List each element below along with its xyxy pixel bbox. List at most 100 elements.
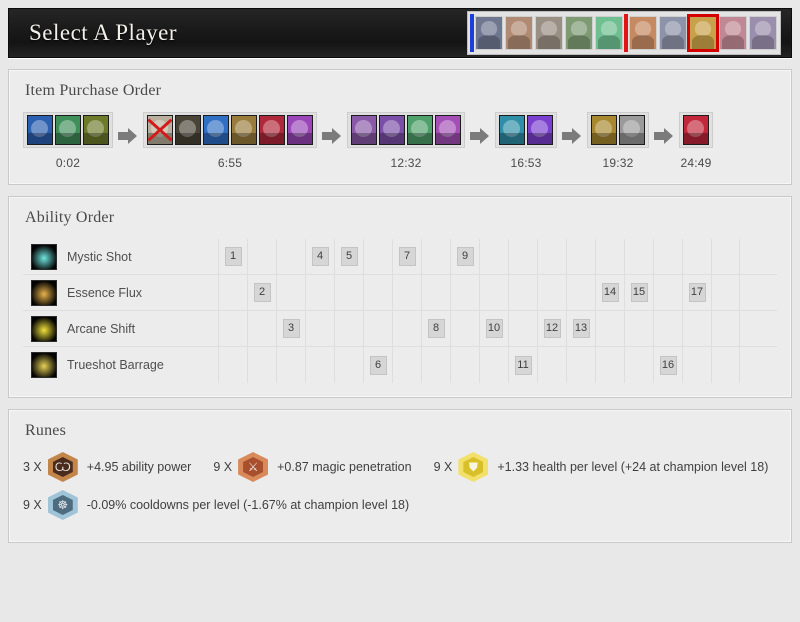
ability-row: Essence Flux 2 14 15 17 (23, 274, 777, 311)
champion-portrait-4[interactable] (565, 16, 593, 50)
item-group-timestamp: 19:32 (602, 156, 634, 170)
item-group-timestamp: 0:02 (55, 156, 81, 170)
ability-level-cell (566, 274, 595, 311)
ability-level-cell (624, 310, 653, 347)
item-group-box (587, 112, 649, 148)
ability-level-cell (218, 347, 247, 383)
item-icon-lich-bane[interactable] (527, 115, 553, 145)
item-icon-sapphire-crystal[interactable] (203, 115, 229, 145)
item-icon-bloodthirster[interactable] (683, 115, 709, 145)
rune-description: +1.33 health per level (+24 at champion … (497, 460, 769, 474)
ability-level-cell (363, 274, 392, 311)
item-group: 6:55 (143, 112, 317, 170)
ability-level-cell (334, 310, 363, 347)
rune-line: 9 X ☸ -0.09% cooldowns per level (-1.67% a… (23, 490, 777, 520)
ability-row: Arcane Shift 3 8 10 12 13 (23, 310, 777, 347)
champion-portrait-10[interactable] (749, 16, 777, 50)
ability-level-cell (479, 347, 508, 383)
ability-level-cell: 16 (653, 347, 682, 383)
ability-icon-essence-flux-art (32, 280, 56, 305)
item-icon-banshees-veil[interactable] (619, 115, 645, 145)
ability-level-cell (450, 274, 479, 311)
ability-level-cell (537, 274, 566, 311)
runes-list: 3 X Ѡ +4.95 ability power 9 X ⚔ +0.87 magic p… (23, 452, 777, 520)
ability-level-cell (218, 310, 247, 347)
item-group-timestamp: 24:49 (680, 156, 712, 170)
ability-level-marker: 4 (311, 247, 329, 266)
ability-level-marker: 17 (688, 283, 706, 302)
ability-level-marker: 9 (456, 247, 474, 266)
champion-portrait-5[interactable] (595, 16, 623, 50)
champion-portrait-8[interactable] (687, 14, 719, 52)
rune-item: 3 X Ѡ +4.95 ability power (23, 452, 191, 482)
item-icon-doran-ring[interactable] (27, 115, 53, 145)
ability-level-cell (276, 347, 305, 383)
champion-portrait-6[interactable] (629, 16, 657, 50)
ability-level-cell: 3 (276, 310, 305, 347)
runes-title: Runes (25, 422, 66, 439)
ability-level-cell (450, 347, 479, 383)
ability-level-marker: 2 (253, 283, 271, 302)
champion-portrait-9[interactable] (719, 16, 747, 50)
ability-order-grid: Mystic Shot 1 4 5 7 9 Essence Flux 2 14 15 17 Arcan… (23, 238, 777, 383)
ability-level-cell (508, 238, 537, 275)
ability-icon-trueshot-barrage (31, 352, 57, 378)
item-icon-mana-potion[interactable] (83, 115, 109, 145)
ability-level-cell (682, 347, 711, 383)
item-art-shadow (232, 132, 256, 144)
item-icon-eye-purple[interactable] (379, 115, 405, 145)
ability-icon-mystic-shot (31, 243, 57, 270)
ability-icon-essence-flux (31, 279, 57, 306)
ability-level-cell (421, 347, 450, 383)
ability-level-cell: 6 (363, 347, 392, 383)
item-art-shadow (176, 132, 200, 144)
champion-portrait-1[interactable] (475, 16, 503, 50)
item-icon-gold-tome[interactable] (591, 115, 617, 145)
champion-portrait-7[interactable] (659, 16, 687, 50)
champion-portrait-3[interactable] (535, 16, 563, 50)
arrow-right-icon (322, 128, 342, 144)
ability-level-cell (247, 347, 276, 383)
ability-level-cell (537, 238, 566, 275)
rune-item: 9 X ⛊ +1.33 health per level (+24 at champ… (434, 452, 769, 482)
ability-order-panel: Ability Order Mystic Shot 1 4 5 7 9 Essence Fl… (8, 196, 792, 398)
item-group-box (495, 112, 557, 148)
item-icon-long-sword[interactable] (259, 115, 285, 145)
item-icon-sold-doran-ring[interactable] (147, 115, 173, 145)
item-sold-x-icon (148, 116, 172, 144)
red-team (624, 14, 778, 52)
champion-portrait-9-art (720, 17, 746, 49)
rune-mark-magic-penetration: ⚔ (238, 452, 269, 482)
item-group: 12:32 (347, 112, 465, 170)
item-group-box (23, 112, 113, 148)
champion-portrait-2[interactable] (505, 16, 533, 50)
rune-description: -0.09% cooldowns per level (-1.67% at ch… (86, 498, 410, 512)
arrow-right-icon (118, 128, 138, 144)
ability-level-cell: 15 (624, 274, 653, 311)
item-icon-health-potion[interactable] (55, 115, 81, 145)
ability-level-cell (711, 274, 740, 311)
runes-panel: Runes 3 X Ѡ +4.95 ability power 9 X ⚔ +0.87 m… (8, 409, 792, 543)
ability-header: Mystic Shot (23, 243, 218, 270)
ability-level-cell (508, 310, 537, 347)
item-icon-sheen-2[interactable] (435, 115, 461, 145)
item-icon-sheen[interactable] (287, 115, 313, 145)
ability-level-cell (392, 274, 421, 311)
ability-icon-trueshot-barrage-art (32, 353, 56, 377)
item-icon-frozen-boots[interactable] (499, 115, 525, 145)
ability-level-cell (247, 238, 276, 275)
item-icon-trinity-component[interactable] (351, 115, 377, 145)
ability-level-marker: 11 (514, 355, 532, 375)
item-icon-boots[interactable] (175, 115, 201, 145)
item-icon-eye-green[interactable] (407, 115, 433, 145)
rune-item: 9 X ☸ -0.09% cooldowns per level (-1.67% a… (23, 490, 409, 520)
ability-icon-mystic-shot-art (32, 244, 56, 269)
ability-level-cell: 9 (450, 238, 479, 275)
ability-level-cell (595, 238, 624, 275)
player-selector-strip[interactable] (467, 11, 781, 55)
champion-portrait-8-art (690, 17, 716, 49)
ability-level-cell (276, 274, 305, 311)
champion-portrait-10-art (750, 17, 776, 49)
item-icon-tome[interactable] (231, 115, 257, 145)
ability-level-cells: 2 14 15 17 (218, 274, 740, 311)
